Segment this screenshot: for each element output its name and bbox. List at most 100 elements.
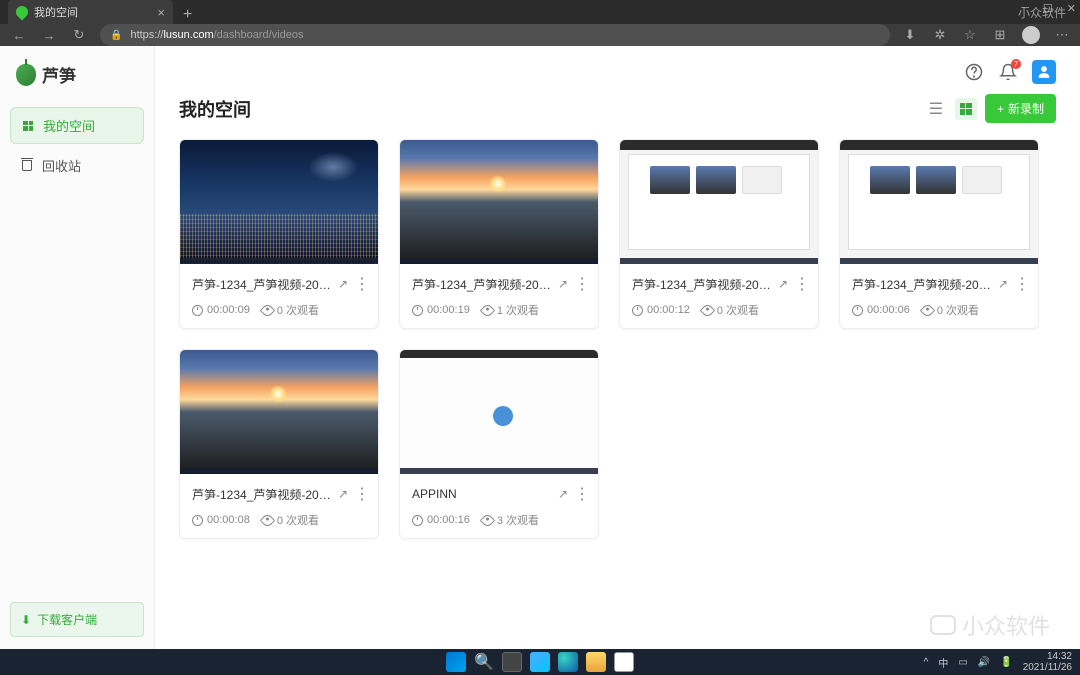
window-maximize[interactable]: ☐ bbox=[1043, 2, 1053, 15]
user-avatar[interactable] bbox=[1032, 60, 1056, 84]
address-bar[interactable]: 🔒 https://lusun.com/dashboard/videos bbox=[100, 24, 890, 46]
start-icon[interactable] bbox=[446, 652, 466, 672]
clock-icon bbox=[192, 305, 203, 316]
video-title: 芦笋-1234_芦笋视频-20211126 bbox=[852, 276, 992, 293]
ime-indicator[interactable]: 中 bbox=[938, 655, 948, 670]
volume-icon[interactable]: 🔊 bbox=[978, 657, 990, 668]
help-icon[interactable] bbox=[964, 62, 984, 82]
plus-icon: + bbox=[997, 102, 1004, 116]
video-card[interactable]: 芦笋-1234_芦笋视频-20211126 ↗ ⋮ 00:00:09 0 次观看 bbox=[179, 139, 379, 329]
nav-reload-icon[interactable]: ↻ bbox=[70, 27, 88, 43]
store-icon[interactable] bbox=[614, 652, 634, 672]
window-close[interactable]: ✕ bbox=[1067, 2, 1076, 15]
more-icon[interactable]: ⋮ bbox=[794, 274, 806, 294]
notification-badge: 7 bbox=[1011, 59, 1021, 69]
view-list-icon[interactable]: ☰ bbox=[925, 98, 947, 120]
eye-icon bbox=[260, 512, 276, 528]
browser-menu-icon[interactable]: ⋯ bbox=[1054, 27, 1070, 43]
task-view-icon[interactable] bbox=[502, 652, 522, 672]
video-title: 芦笋-1234_芦笋视频-20211126 bbox=[412, 276, 552, 293]
windows-taskbar: 🔍 ^ 中 ▭ 🔊 🔋 14:32 2021/11/26 bbox=[0, 649, 1080, 675]
video-thumbnail bbox=[400, 140, 598, 264]
video-duration: 00:00:08 bbox=[207, 514, 250, 526]
video-title: 芦笋-1234_芦笋视频-20211126 bbox=[192, 486, 332, 503]
cast-icon[interactable]: ▭ bbox=[958, 657, 967, 668]
video-card[interactable]: 芦笋-1234_芦笋视频-20211126 ↗ ⋮ 00:00:08 0 次观看 bbox=[179, 349, 379, 539]
tab-close-icon[interactable]: × bbox=[157, 5, 165, 20]
video-duration: 00:00:16 bbox=[427, 514, 470, 526]
share-icon[interactable]: ↗ bbox=[558, 487, 568, 501]
taskbar-clock[interactable]: 14:32 2021/11/26 bbox=[1023, 651, 1072, 673]
lock-icon: 🔒 bbox=[110, 30, 122, 41]
browser-tab[interactable]: 我的空间 × bbox=[8, 0, 173, 24]
sidebar-item-myspace[interactable]: 我的空间 bbox=[10, 107, 144, 144]
share-icon[interactable]: ↗ bbox=[338, 277, 348, 291]
video-thumbnail bbox=[180, 350, 378, 474]
tab-title: 我的空间 bbox=[34, 4, 151, 20]
video-views: 0 次观看 bbox=[717, 302, 759, 318]
trash-icon bbox=[20, 159, 34, 173]
video-thumbnail bbox=[620, 140, 818, 264]
window-minimize[interactable]: ─ bbox=[1021, 2, 1029, 15]
app-install-icon[interactable]: ⬇ bbox=[902, 27, 918, 43]
video-thumbnail bbox=[840, 140, 1038, 264]
video-views: 3 次观看 bbox=[497, 512, 539, 528]
widgets-icon[interactable] bbox=[530, 652, 550, 672]
more-icon[interactable]: ⋮ bbox=[574, 274, 586, 294]
share-icon[interactable]: ↗ bbox=[998, 277, 1008, 291]
download-icon: ⬇ bbox=[21, 613, 31, 627]
more-icon[interactable]: ⋮ bbox=[574, 484, 586, 504]
share-icon[interactable]: ↗ bbox=[558, 277, 568, 291]
share-icon[interactable]: ↗ bbox=[338, 487, 348, 501]
video-duration: 00:00:12 bbox=[647, 304, 690, 316]
video-duration: 00:00:09 bbox=[207, 304, 250, 316]
video-title: 芦笋-1234_芦笋视频-20211126 bbox=[192, 276, 332, 293]
video-duration: 00:00:06 bbox=[867, 304, 910, 316]
browser-profile-icon[interactable] bbox=[1022, 26, 1040, 44]
favorites-icon[interactable]: ☆ bbox=[962, 27, 978, 43]
video-views: 1 次观看 bbox=[497, 302, 539, 318]
clock-icon bbox=[192, 515, 203, 526]
video-card[interactable]: 芦笋-1234_芦笋视频-20211126↗⋮00:00:060 次观看 bbox=[839, 139, 1039, 329]
video-thumbnail bbox=[180, 140, 378, 264]
tray-chevron-icon[interactable]: ^ bbox=[924, 657, 929, 668]
video-card[interactable]: 芦笋-1234_芦笋视频-20211126 ↗ ⋮ 00:00:19 1 次观看 bbox=[399, 139, 599, 329]
new-record-button[interactable]: + 新录制 bbox=[985, 94, 1056, 123]
eye-icon bbox=[920, 302, 936, 318]
notifications-icon[interactable]: 7 bbox=[998, 62, 1018, 82]
sidebar-item-label: 回收站 bbox=[42, 156, 81, 175]
share-icon[interactable]: ↗ bbox=[778, 277, 788, 291]
explorer-icon[interactable] bbox=[586, 652, 606, 672]
video-card[interactable]: APPINN↗⋮00:00:163 次观看 bbox=[399, 349, 599, 539]
eye-icon bbox=[700, 302, 716, 318]
logo-text: 芦笋 bbox=[42, 62, 76, 87]
collections-icon[interactable]: ⊞ bbox=[992, 27, 1008, 43]
download-client-button[interactable]: ⬇ 下载客户端 bbox=[10, 602, 144, 637]
asparagus-icon bbox=[16, 64, 36, 86]
video-views: 0 次观看 bbox=[277, 512, 319, 528]
video-views: 0 次观看 bbox=[277, 302, 319, 318]
app-logo[interactable]: 芦笋 bbox=[10, 58, 144, 91]
video-thumbnail bbox=[400, 350, 598, 474]
edge-icon[interactable] bbox=[558, 652, 578, 672]
more-icon[interactable]: ⋮ bbox=[1014, 274, 1026, 294]
sidebar: 芦笋 我的空间 回收站 ⬇ 下载客户端 bbox=[0, 46, 155, 649]
sidebar-item-recycle[interactable]: 回收站 bbox=[10, 148, 144, 183]
battery-icon[interactable]: 🔋 bbox=[1000, 657, 1012, 668]
search-icon[interactable]: 🔍 bbox=[474, 652, 494, 672]
new-tab-button[interactable]: + bbox=[173, 6, 202, 24]
clock-icon bbox=[412, 515, 423, 526]
main-content: 7 我的空间 ☰ + 新录制 芦笋-1234_芦笋视频-20211126↗⋮00… bbox=[155, 46, 1080, 649]
extensions-icon[interactable]: ✲ bbox=[932, 27, 948, 43]
tab-favicon-icon bbox=[14, 4, 31, 21]
clock-icon bbox=[632, 305, 643, 316]
video-card[interactable]: 芦笋-1234_芦笋视频-20211126 ↗ ⋮ 00:00:12 0 次观看 bbox=[619, 139, 819, 329]
nav-back-icon[interactable]: ← bbox=[10, 28, 28, 43]
clock-icon bbox=[852, 305, 863, 316]
more-icon[interactable]: ⋮ bbox=[354, 274, 366, 294]
video-duration: 00:00:19 bbox=[427, 304, 470, 316]
nav-forward-icon[interactable]: → bbox=[40, 28, 58, 43]
video-title: 芦笋-1234_芦笋视频-20211126 bbox=[632, 276, 772, 293]
more-icon[interactable]: ⋮ bbox=[354, 484, 366, 504]
view-grid-icon[interactable] bbox=[955, 98, 977, 120]
